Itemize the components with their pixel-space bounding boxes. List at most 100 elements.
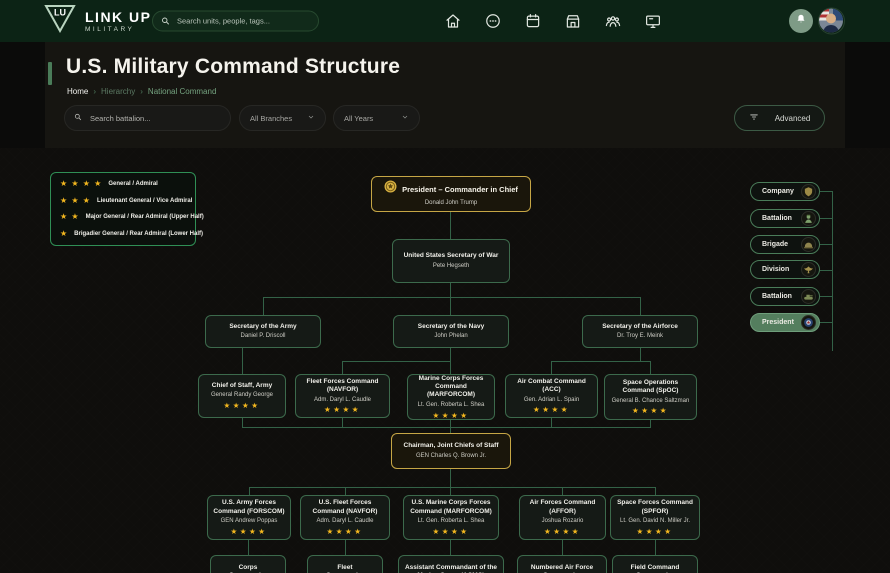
soldier-icon	[801, 211, 816, 226]
shield-badge-icon	[801, 184, 816, 199]
org-node-secretary-of-war[interactable]: United States Secretary of War Pete Hegs…	[392, 239, 510, 283]
messages-icon[interactable]	[484, 12, 502, 30]
legend-row: ★ Brigadier General / Rear Admiral (Lowe…	[60, 230, 186, 238]
rank-stars: ★★★★	[433, 528, 470, 536]
connector-line	[450, 212, 451, 239]
connector-line	[450, 469, 451, 487]
home-icon[interactable]	[444, 12, 462, 30]
connector-line	[450, 283, 451, 297]
org-node-affor[interactable]: Air Forces Command (AFFOR) Joshua Rozari…	[519, 495, 606, 540]
global-search-input[interactable]	[175, 16, 310, 27]
level-button-battalion-2[interactable]: Battalion	[750, 287, 820, 306]
org-node-spfor[interactable]: Space Forces Command (SPFOR) Lt. Gen. Da…	[610, 495, 700, 540]
legend-row: ★ ★ ★ Lieutenant General / Vice Admiral	[60, 197, 186, 205]
rank-legend: ★ ★ ★ ★ General / Admiral ★ ★ ★ Lieutena…	[50, 172, 196, 246]
rank-stars: ★★★★	[224, 402, 261, 410]
bell-icon	[795, 12, 807, 30]
level-button-division[interactable]: Division	[750, 260, 820, 279]
rank-stars: ★★★★	[327, 528, 364, 536]
level-button-company[interactable]: Company	[750, 182, 820, 201]
profile-avatar[interactable]	[818, 8, 845, 35]
app-logo[interactable]: LU LINK UP MILITARY	[44, 4, 152, 38]
rank-stars: ★ ★	[60, 213, 80, 221]
org-node-forscom[interactable]: U.S. Army Forces Command (FORSCOM) GEN A…	[207, 495, 291, 540]
rank-stars: ★ ★ ★	[60, 197, 91, 205]
org-node-chairman-jcs[interactable]: Chairman, Joint Chiefs of Staff GEN Char…	[391, 433, 511, 469]
rank-stars: ★★★★	[632, 407, 669, 415]
org-node-chief-of-staff-army[interactable]: Chief of Staff, Army General Randy Georg…	[198, 374, 286, 418]
storefront-icon[interactable]	[564, 12, 582, 30]
org-node-marine-corps-forces-command[interactable]: Marine Corps Forces Command (MARFORCOM) …	[407, 374, 495, 420]
notifications-button[interactable]	[789, 9, 813, 33]
org-node-space-operations-command[interactable]: Space Operations Command (SpOC) General …	[604, 374, 697, 420]
tank-icon	[801, 289, 816, 304]
helmet-icon	[801, 237, 816, 252]
rank-stars: ★★★★	[433, 412, 470, 420]
connector-line	[551, 361, 650, 362]
rank-stars: ★★★★	[324, 406, 361, 414]
presidential-seal-icon	[801, 315, 816, 330]
groups-icon[interactable]	[604, 12, 622, 30]
logo-triangle-icon: LU	[44, 4, 76, 38]
org-node-fleet-forces-command[interactable]: Fleet Forces Command (NAVFOR) Adm. Daryl…	[295, 374, 390, 418]
app-root: LU LINK UP MILITARY	[0, 0, 890, 573]
org-node-secretary-navy[interactable]: Secretary of the Navy John Phelan	[393, 315, 509, 348]
org-node-us-marine-forces[interactable]: U.S. Marine Corps Forces Command (MARFOR…	[403, 495, 499, 540]
rank-stars: ★★★★	[544, 528, 581, 536]
search-icon	[161, 12, 170, 30]
connector-line	[655, 487, 656, 495]
navbar-icon-group	[444, 12, 662, 30]
svg-text:LU: LU	[54, 8, 66, 18]
connector-line	[242, 348, 243, 374]
connector-line	[450, 487, 451, 495]
monitor-icon[interactable]	[644, 12, 662, 30]
connector-line	[345, 487, 346, 495]
rank-stars: ★★★★	[533, 406, 570, 414]
connector-line	[242, 427, 651, 428]
level-button-president[interactable]: President	[750, 313, 820, 332]
logo-title: LINK UP	[85, 10, 152, 24]
legend-row: ★ ★ ★ ★ General / Admiral	[60, 180, 186, 188]
org-node-field-command-commander[interactable]: Field Command Commander	[612, 555, 698, 573]
connector-line	[249, 487, 250, 495]
connector-line	[551, 361, 552, 374]
org-node-president[interactable]: President – Commander in Chief Donald Jo…	[371, 176, 531, 212]
org-node-acmc[interactable]: Assistant Commandant of the Marine Corps…	[398, 555, 504, 573]
top-navbar: LU LINK UP MILITARY	[0, 0, 890, 42]
calendar-icon[interactable]	[524, 12, 542, 30]
connector-line	[450, 361, 451, 374]
org-node-air-combat-command[interactable]: Air Combat Command (ACC) Gen. Adrian L. …	[505, 374, 598, 418]
connector-line	[345, 540, 346, 555]
org-node-numbered-air-force-commander[interactable]: Numbered Air Force Commander	[517, 555, 607, 573]
connector-line	[450, 540, 451, 555]
global-search[interactable]	[152, 11, 319, 32]
rank-stars: ★ ★ ★ ★	[60, 180, 102, 188]
org-node-fleet-commander[interactable]: Fleet Commander	[307, 555, 383, 573]
connector-line	[242, 418, 243, 427]
connector-line	[263, 297, 641, 298]
presidential-seal-icon	[384, 180, 397, 198]
rank-stars: ★★★★	[637, 528, 674, 536]
org-node-corps-commander[interactable]: Corps Commander	[210, 555, 286, 573]
org-node-us-fleet-forces[interactable]: U.S. Fleet Forces Command (NAVFOR) Adm. …	[300, 495, 390, 540]
eagle-icon	[801, 262, 816, 277]
org-node-secretary-airforce[interactable]: Secretary of the Airforce Dr. Troy E. Me…	[582, 315, 698, 348]
level-button-brigade[interactable]: Brigade	[750, 235, 820, 254]
logo-subtitle: MILITARY	[85, 26, 152, 33]
connector-line	[655, 540, 656, 555]
connector-line	[562, 540, 563, 555]
connector-line	[263, 297, 264, 315]
connector-line	[832, 191, 833, 351]
connector-line	[342, 361, 343, 374]
level-button-battalion[interactable]: Battalion	[750, 209, 820, 228]
connector-line	[551, 418, 552, 427]
connector-line	[450, 348, 451, 361]
connector-line	[640, 348, 641, 361]
connector-line	[248, 540, 249, 555]
connector-line	[342, 418, 343, 427]
connector-line	[640, 297, 641, 315]
org-node-secretary-army[interactable]: Secretary of the Army Daniel P. Driscoll	[205, 315, 321, 348]
legend-row: ★ ★ Major General / Rear Admiral (Upper …	[60, 213, 186, 221]
connector-line	[450, 297, 451, 315]
connector-line	[342, 361, 451, 362]
